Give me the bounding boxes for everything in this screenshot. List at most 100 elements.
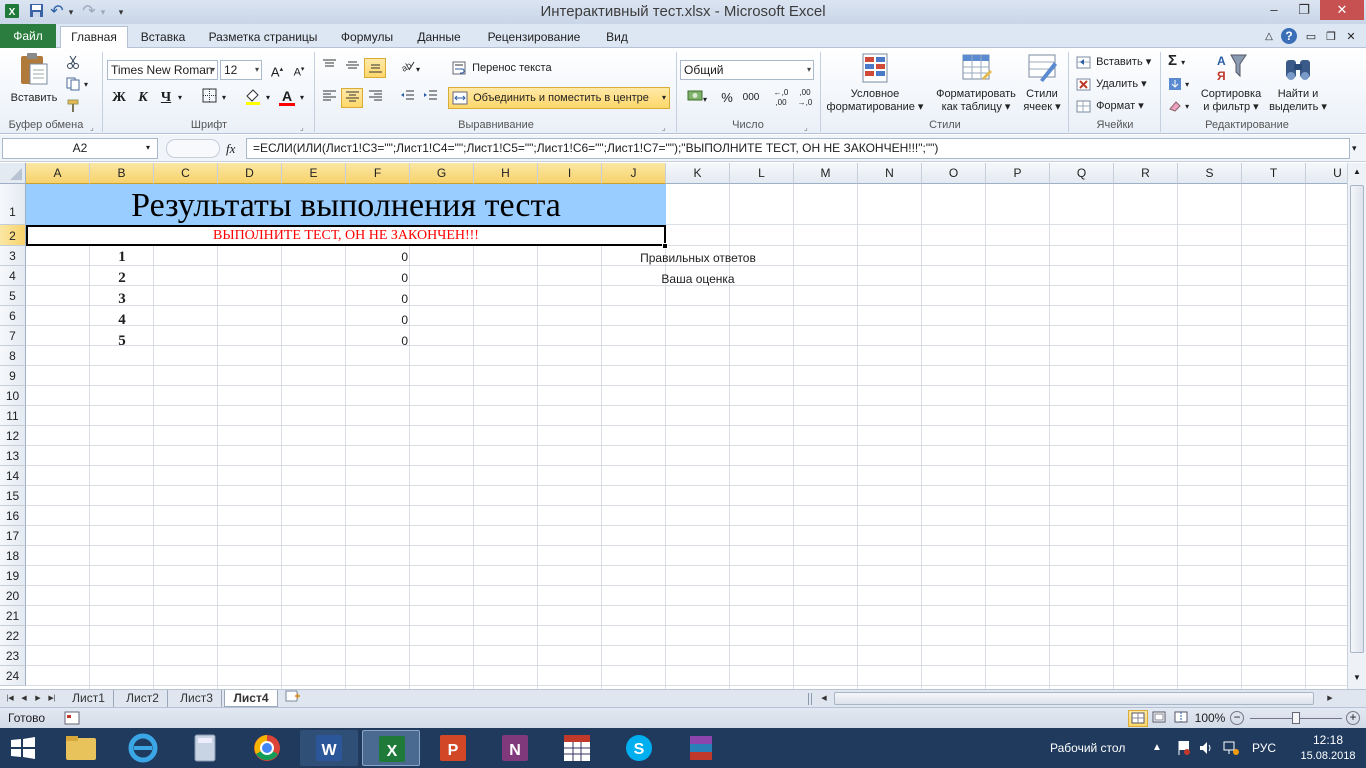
column-header-c[interactable]: C [154, 163, 218, 184]
page-break-view-icon[interactable] [1172, 710, 1192, 727]
zoom-out-icon[interactable]: − [1230, 711, 1244, 725]
align-bottom-icon[interactable] [364, 58, 386, 78]
fill-color-dropdown-icon[interactable]: ▾ [262, 88, 274, 108]
row-header-11[interactable]: 11 [0, 406, 26, 426]
conditional-formatting-button[interactable]: Условное форматирование ▾ [822, 52, 928, 114]
font-dialog-launcher-icon[interactable]: ⌟ [300, 120, 304, 136]
taskbar-calculator-icon[interactable] [176, 730, 234, 766]
row-header-7[interactable]: 7 [0, 326, 26, 346]
undo-dropdown-icon[interactable]: ▾ [66, 3, 76, 21]
row-header-19[interactable]: 19 [0, 566, 26, 586]
tab-formulas[interactable]: Формулы [334, 27, 400, 48]
borders-icon[interactable] [198, 88, 220, 108]
sheet-tab-2[interactable]: Лист2 [118, 690, 168, 707]
macro-record-icon[interactable] [64, 711, 80, 725]
scroll-up-icon[interactable]: ▲ [1350, 165, 1364, 179]
row-header-10[interactable]: 10 [0, 386, 26, 406]
score-5[interactable]: 0 [346, 331, 408, 351]
insert-sheet-icon[interactable] [282, 690, 304, 707]
worksheet-grid[interactable]: ABCDEFGHIJKLMNOPQRSTU 1 2 3 4 5 6 7 8 9 10 11 12 13 1… [0, 163, 1347, 689]
tab-review[interactable]: Рецензирование [480, 27, 588, 48]
zoom-slider-thumb[interactable] [1292, 712, 1300, 724]
clipboard-dialog-launcher-icon[interactable]: ⌟ [90, 120, 94, 136]
tab-file[interactable]: Файл [0, 24, 56, 48]
italic-button[interactable]: К [132, 88, 154, 108]
input-language[interactable]: РУС [1252, 739, 1276, 757]
column-header-l[interactable]: L [730, 163, 794, 184]
clear-icon[interactable]: ▾ [1168, 98, 1189, 115]
row-header-9[interactable]: 9 [0, 366, 26, 386]
column-header-k[interactable]: K [666, 163, 730, 184]
clock-time[interactable]: 12:18 [1296, 732, 1360, 748]
insert-function-button[interactable]: fx [226, 139, 242, 158]
scroll-down-icon[interactable]: ▼ [1350, 671, 1364, 685]
row-header-17[interactable]: 17 [0, 526, 26, 546]
column-header-u[interactable]: U [1306, 163, 1347, 184]
taskbar-calendar-app-icon[interactable] [548, 730, 606, 766]
collapse-ribbon-icon[interactable]: △ [1262, 27, 1276, 48]
taskbar-powerpoint-icon[interactable]: P [424, 730, 482, 766]
tab-page-layout[interactable]: Разметка страницы [200, 27, 326, 48]
row-header-13[interactable]: 13 [0, 446, 26, 466]
fill-color-icon[interactable] [242, 88, 264, 108]
zoom-level[interactable]: 100% [1194, 710, 1226, 727]
undo-icon[interactable]: ↶ [50, 3, 64, 21]
row-header-14[interactable]: 14 [0, 466, 26, 486]
row-header-22[interactable]: 22 [0, 626, 26, 646]
column-header-p[interactable]: P [986, 163, 1050, 184]
workbook-close-icon[interactable]: ✕ [1344, 27, 1358, 48]
row-header-3[interactable]: 3 [0, 246, 26, 266]
tab-view[interactable]: Вид [596, 27, 638, 48]
column-header-q[interactable]: Q [1050, 163, 1114, 184]
taskbar-winrar-icon[interactable] [672, 730, 730, 766]
row-header-15[interactable]: 15 [0, 486, 26, 506]
column-header-i[interactable]: I [538, 163, 602, 184]
tray-expand-icon[interactable]: ▲ [1152, 739, 1164, 757]
score-1[interactable]: 0 [346, 247, 408, 267]
column-header-d[interactable]: D [218, 163, 282, 184]
format-cells-button[interactable]: Формат ▾ [1076, 98, 1144, 114]
increase-font-icon[interactable]: A▴ [266, 60, 288, 80]
first-sheet-icon[interactable]: |◀ [4, 690, 16, 707]
row-header-21[interactable]: 21 [0, 606, 26, 626]
increase-decimal-icon[interactable]: ←,0,00 [770, 88, 792, 108]
question-number-5[interactable]: 5 [90, 331, 154, 351]
taskbar-skype-icon[interactable]: S [610, 730, 668, 766]
customize-quick-access-icon[interactable]: ▾ [116, 3, 126, 21]
column-header-o[interactable]: O [922, 163, 986, 184]
row-header-4[interactable]: 4 [0, 266, 26, 286]
autosum-icon[interactable]: Σ ▾ [1168, 53, 1185, 71]
sheet-tab-4[interactable]: Лист4 [224, 690, 278, 707]
restore-button[interactable]: ❐ [1290, 0, 1318, 20]
cut-icon[interactable] [66, 54, 80, 70]
sort-filter-button[interactable]: АЯ Сортировка и фильтр ▾ [1198, 52, 1264, 114]
start-button[interactable] [8, 736, 40, 762]
row-header-18[interactable]: 18 [0, 546, 26, 566]
number-dialog-launcher-icon[interactable]: ⌟ [804, 120, 808, 136]
percent-button[interactable]: % [716, 88, 738, 108]
tab-insert[interactable]: Вставка [134, 27, 192, 48]
column-header-b[interactable]: B [90, 163, 154, 184]
align-center-icon[interactable] [341, 88, 363, 108]
close-button[interactable]: ✕ [1320, 0, 1364, 20]
taskbar-explorer-icon[interactable] [52, 730, 110, 766]
align-top-icon[interactable] [318, 58, 340, 78]
column-header-j[interactable]: J [602, 163, 666, 184]
volume-tray-icon[interactable] [1198, 738, 1214, 758]
next-sheet-icon[interactable]: ▶ [32, 690, 44, 707]
network-tray-icon[interactable] [1222, 738, 1240, 758]
taskbar-chrome-icon[interactable] [238, 730, 296, 766]
normal-view-icon[interactable] [1128, 710, 1148, 727]
question-number-2[interactable]: 2 [90, 268, 154, 288]
column-header-h[interactable]: H [474, 163, 538, 184]
question-number-4[interactable]: 4 [90, 310, 154, 330]
decrease-font-icon[interactable]: A▾ [288, 60, 310, 80]
wrap-text-button[interactable]: Перенос текста [452, 60, 552, 76]
tab-data[interactable]: Данные [410, 27, 468, 48]
excel-logo-icon[interactable]: X [4, 3, 20, 21]
increase-indent-icon[interactable] [419, 88, 441, 108]
prev-sheet-icon[interactable]: ◀ [18, 690, 30, 707]
column-header-f[interactable]: F [346, 163, 410, 184]
minimize-button[interactable]: – [1260, 0, 1288, 20]
results-title[interactable]: Результаты выполнения теста [26, 184, 666, 225]
